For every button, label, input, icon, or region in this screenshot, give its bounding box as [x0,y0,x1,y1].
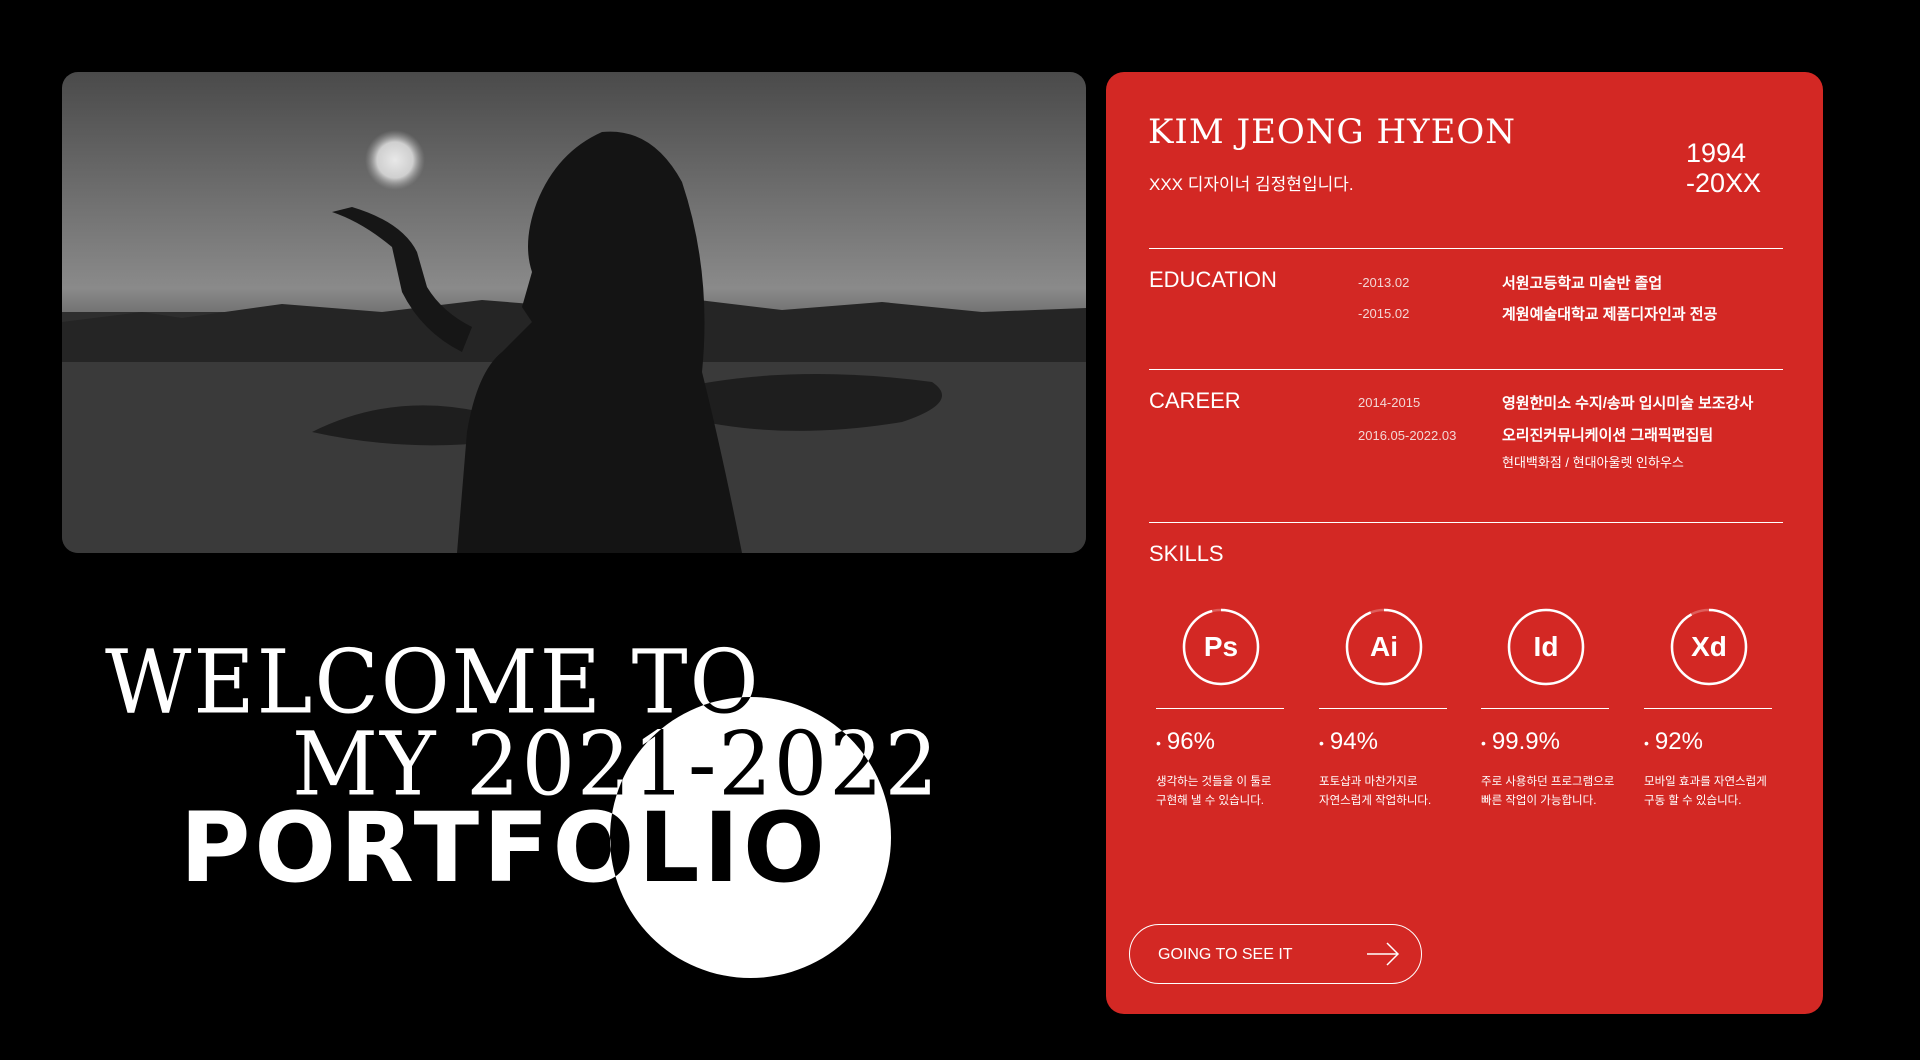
divider [1149,248,1783,249]
year-end: -20XX [1686,168,1762,198]
career-date: 2016.05-2022.03 [1358,428,1457,443]
profile-name: KIM JEONG HYEON [1148,112,1517,152]
hero-line-portfolio: PORTFOLIO [180,792,829,904]
skill-percent: • 96% [1156,728,1215,755]
skill-percent: • 99.9% [1481,728,1560,755]
profile-years: 1994 -20XX [1686,138,1761,198]
education-text: 서원고등학교 미술반 졸업 [1502,275,1663,292]
skill-divider [1481,708,1609,709]
education-text: 계원예술대학교 제품디자인과 전공 [1502,306,1718,323]
profile-intro: XXX 디자이너 김정현입니다. [1149,175,1354,194]
skill-divider [1319,708,1447,709]
skill-divider [1644,708,1772,709]
career-text: 영원한미소 수지/송파 입시미술 보조강사 [1502,395,1754,412]
illustrator-icon: Ai [1370,631,1398,662]
career-text: 오리진커뮤니케이션 그래픽편집팀 [1502,427,1714,444]
education-title: EDUCATION [1149,267,1277,292]
divider [1149,522,1783,523]
skills-title: SKILLS [1149,541,1224,566]
hero-title: WELCOME TO MY 2021-2022 PORTFOLIO [0,0,1100,1060]
arrow-right-icon [1367,942,1400,966]
skill-percent: • 94% [1319,728,1378,755]
skill-description: 생각하는 것들을 이 툴로 구현해 낼 수 있습니다. [1156,776,1272,807]
profile-card: KIM JEONG HYEON XXX 디자이너 김정현입니다. 1994 -2… [1106,72,1823,1014]
skill-percent: • 92% [1644,728,1703,755]
career-date: 2014-2015 [1358,395,1421,410]
divider [1149,369,1783,370]
cta-label: GOING TO SEE IT [1158,946,1293,963]
skill-description: 주로 사용하던 프로그램으로 빠른 작업이 가능합니다. [1481,776,1615,807]
career-subtext: 현대백화점 / 현대아울렛 인하우스 [1502,455,1684,470]
education-date: -2015.02 [1358,306,1410,321]
going-to-see-it-button[interactable]: GOING TO SEE IT [1129,924,1422,984]
year-start: 1994 [1686,138,1747,168]
indesign-icon: Id [1533,631,1559,662]
career-title: CAREER [1149,388,1241,413]
xd-icon: Xd [1691,631,1727,662]
skill-divider [1156,708,1284,709]
education-date: -2013.02 [1358,275,1410,290]
photoshop-icon: Ps [1203,631,1239,662]
skill-description: 포토샵과 마찬가지로 자연스럽게 작업하니다. [1319,776,1432,807]
skill-description: 모바일 효과를 자연스럽게 구동 할 수 있습니다. [1644,776,1767,807]
